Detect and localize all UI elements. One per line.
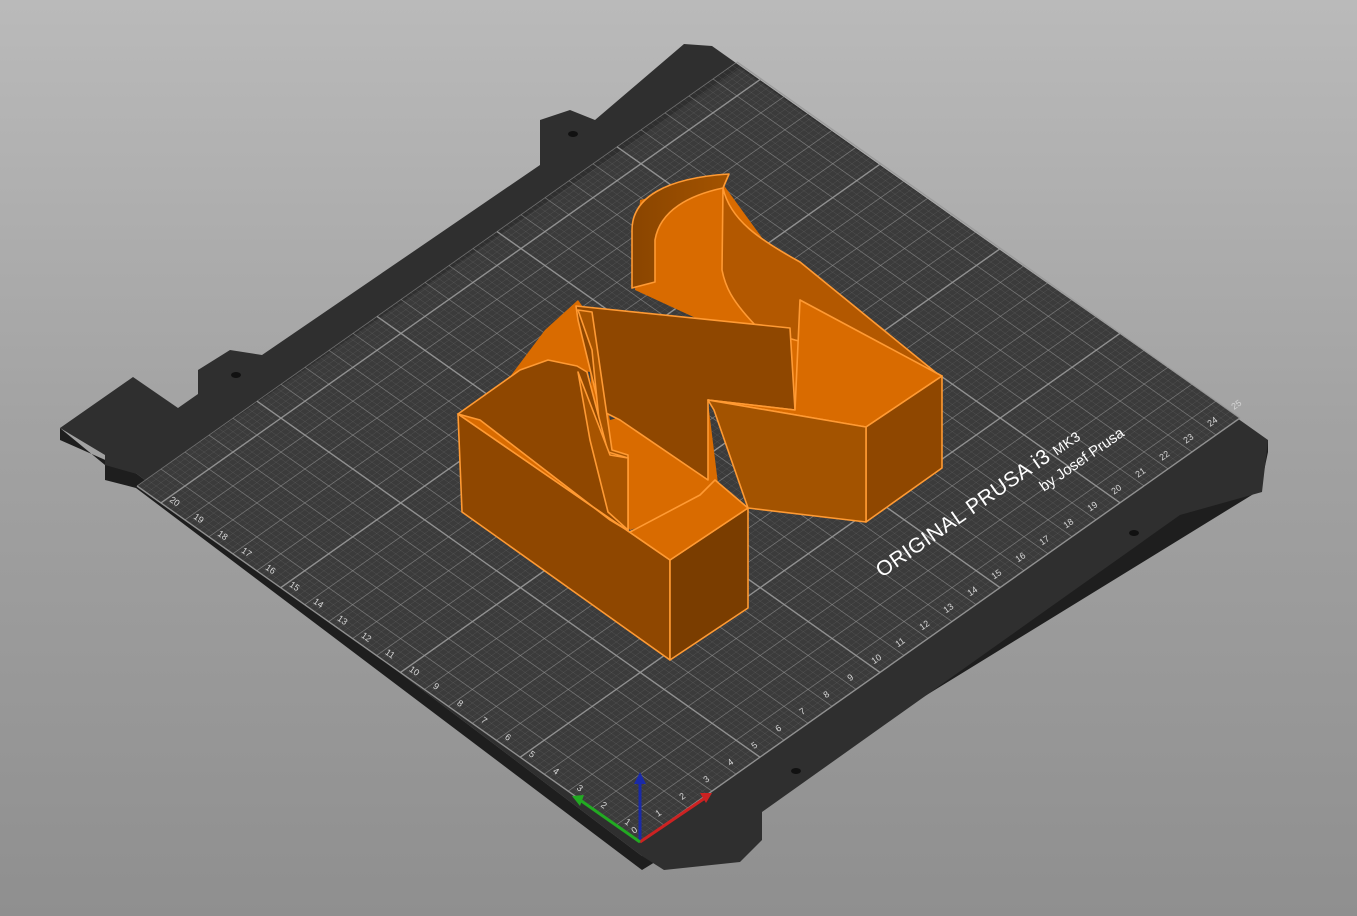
mount-hole — [231, 372, 241, 378]
mount-hole — [1129, 530, 1139, 536]
x-tick-label: 25 — [1229, 398, 1243, 412]
3d-viewport[interactable]: 0 1 2 3 4 5 6 7 8 9 10 11 12 13 14 15 16 17 18 19 20 21 22 23 24… — [0, 0, 1357, 916]
scene-canvas[interactable]: 0123456789101112131415161718192021222324… — [0, 0, 1357, 916]
mount-hole — [791, 768, 801, 774]
mount-hole — [568, 131, 578, 137]
